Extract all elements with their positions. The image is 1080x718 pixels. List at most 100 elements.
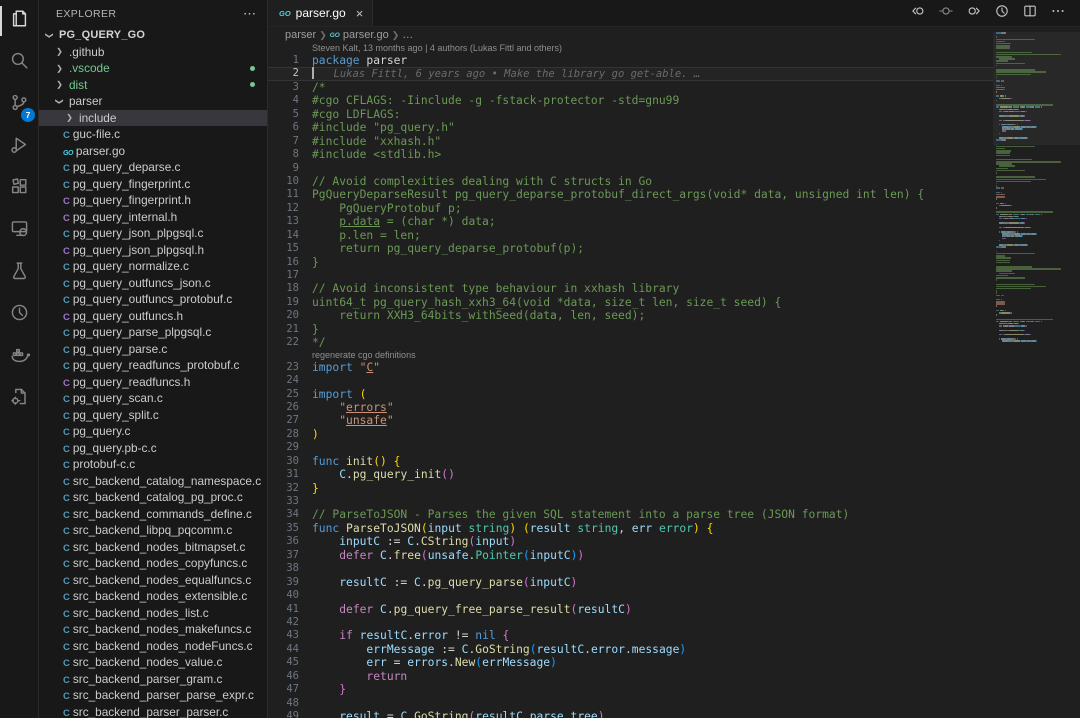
code-line-11[interactable]: 11PgQueryDeparseResult pg_query_deparse_… bbox=[268, 188, 1080, 201]
code-line-43[interactable]: 43 if resultC.error != nil { bbox=[268, 629, 1080, 642]
file-item-protobuf-c-c[interactable]: Cprotobuf-c.c bbox=[39, 456, 267, 473]
code-line-24[interactable]: 24 bbox=[268, 374, 1080, 387]
gitlens-heatmap-button[interactable] bbox=[934, 1, 958, 25]
file-item-pg-query-split-c[interactable]: Cpg_query_split.c bbox=[39, 407, 267, 424]
file-item-src-backend-nodes-nodefuncs-c[interactable]: Csrc_backend_nodes_nodeFuncs.c bbox=[39, 638, 267, 655]
breadcrumb-item[interactable]: … bbox=[402, 29, 413, 41]
file-item-parser-go[interactable]: GOparser.go bbox=[39, 143, 267, 160]
activity-source-control[interactable]: 7 bbox=[0, 84, 38, 126]
file-item-src-backend-catalog-pg-proc-c[interactable]: Csrc_backend_catalog_pg_proc.c bbox=[39, 489, 267, 506]
file-item-pg-query-readfuncs-h[interactable]: Cpg_query_readfuncs.h bbox=[39, 374, 267, 391]
code-line-17[interactable]: 17 bbox=[268, 269, 1080, 282]
minimap[interactable] bbox=[993, 32, 1080, 718]
file-item-pg-query-pb-c-c[interactable]: Cpg_query.pb-c.c bbox=[39, 440, 267, 457]
code-line-9[interactable]: 9 bbox=[268, 162, 1080, 175]
file-item-pg-query-readfuncs-protobuf-c[interactable]: Cpg_query_readfuncs_protobuf.c bbox=[39, 357, 267, 374]
code-line-44[interactable]: 44 errMessage := C.GoString(resultC.erro… bbox=[268, 643, 1080, 656]
activity-explorer[interactable] bbox=[0, 0, 38, 42]
code-line-36[interactable]: 36 inputC := C.CString(input) bbox=[268, 535, 1080, 548]
breadcrumb-item[interactable]: parser bbox=[285, 29, 316, 41]
code-line-28[interactable]: 28) bbox=[268, 428, 1080, 441]
code-line-22[interactable]: 22*/ bbox=[268, 336, 1080, 349]
file-item-src-backend-nodes-value-c[interactable]: Csrc_backend_nodes_value.c bbox=[39, 654, 267, 671]
code-line-38[interactable]: 38 bbox=[268, 562, 1080, 575]
file-item-src-backend-commands-define-c[interactable]: Csrc_backend_commands_define.c bbox=[39, 506, 267, 523]
code-line-33[interactable]: 33 bbox=[268, 495, 1080, 508]
file-item-src-backend-catalog-namespace-c[interactable]: Csrc_backend_catalog_namespace.c bbox=[39, 473, 267, 490]
code-line-29[interactable]: 29 bbox=[268, 441, 1080, 454]
file-item-pg-query-outfuncs-protobuf-c[interactable]: Cpg_query_outfuncs_protobuf.c bbox=[39, 291, 267, 308]
activity-docker[interactable] bbox=[0, 336, 38, 378]
activity-testing[interactable] bbox=[0, 252, 38, 294]
code-line-48[interactable]: 48 bbox=[268, 697, 1080, 710]
code-line-32[interactable]: 32} bbox=[268, 482, 1080, 495]
code-line-5[interactable]: 5#cgo LDFLAGS: bbox=[268, 108, 1080, 121]
folder-item-parser[interactable]: ❯parser bbox=[39, 93, 267, 110]
code-line-12[interactable]: 12 PgQueryProtobuf p; bbox=[268, 202, 1080, 215]
code-line-21[interactable]: 21} bbox=[268, 323, 1080, 336]
folder-item-dist[interactable]: ❯dist bbox=[39, 77, 267, 94]
folder-item--github[interactable]: ❯.github bbox=[39, 44, 267, 61]
code-line-1[interactable]: 1package parser bbox=[268, 54, 1080, 67]
code-line-45[interactable]: 45 err = errors.New(errMessage) bbox=[268, 656, 1080, 669]
file-item-src-backend-nodes-equalfuncs-c[interactable]: Csrc_backend_nodes_equalfuncs.c bbox=[39, 572, 267, 589]
file-item-pg-query-c[interactable]: Cpg_query.c bbox=[39, 423, 267, 440]
folder-item--vscode[interactable]: ❯.vscode bbox=[39, 60, 267, 77]
code-line-34[interactable]: 34// ParseToJSON - Parses the given SQL … bbox=[268, 508, 1080, 521]
code-line-7[interactable]: 7#include "xxhash.h" bbox=[268, 135, 1080, 148]
file-item-src-backend-nodes-list-c[interactable]: Csrc_backend_nodes_list.c bbox=[39, 605, 267, 622]
file-item-src-backend-parser-gram-c[interactable]: Csrc_backend_parser_gram.c bbox=[39, 671, 267, 688]
activity-gitlens[interactable] bbox=[0, 294, 38, 336]
split-editor-button[interactable] bbox=[1018, 1, 1042, 25]
code-line-4[interactable]: 4#cgo CFLAGS: -Iinclude -g -fstack-prote… bbox=[268, 94, 1080, 107]
code-line-18[interactable]: 18// Avoid inconsistent type behaviour i… bbox=[268, 282, 1080, 295]
activity-run-and-debug[interactable] bbox=[0, 126, 38, 168]
code-line-6[interactable]: 6#include "pg_query.h" bbox=[268, 121, 1080, 134]
code-line-3[interactable]: 3/* bbox=[268, 81, 1080, 94]
gitlens-changes-button[interactable] bbox=[962, 1, 986, 25]
code-line-8[interactable]: 8#include <stdlib.h> bbox=[268, 148, 1080, 161]
file-item-src-backend-nodes-copyfuncs-c[interactable]: Csrc_backend_nodes_copyfuncs.c bbox=[39, 555, 267, 572]
code-line-14[interactable]: 14 p.len = len; bbox=[268, 229, 1080, 242]
file-item-pg-query-outfuncs-h[interactable]: Cpg_query_outfuncs.h bbox=[39, 308, 267, 325]
file-item-src-backend-parser-parse-expr-c[interactable]: Csrc_backend_parser_parse_expr.c bbox=[39, 687, 267, 704]
code-line-27[interactable]: 27 "unsafe" bbox=[268, 414, 1080, 427]
close-tab-icon[interactable]: × bbox=[356, 7, 364, 20]
code-line-47[interactable]: 47 } bbox=[268, 683, 1080, 696]
code-editor[interactable]: Steven Kalt, 13 months ago | 4 authors (… bbox=[268, 43, 1080, 718]
code-line-49[interactable]: 49 result = C.GoString(resultC.parse_tre… bbox=[268, 710, 1080, 718]
gitlens-graph-button[interactable] bbox=[990, 1, 1014, 25]
file-item-src-backend-nodes-bitmapset-c[interactable]: Csrc_backend_nodes_bitmapset.c bbox=[39, 539, 267, 556]
code-line-37[interactable]: 37 defer C.free(unsafe.Pointer(inputC)) bbox=[268, 549, 1080, 562]
breadcrumb-item[interactable]: GOparser.go bbox=[330, 29, 389, 41]
folder-item-include[interactable]: ❯include bbox=[39, 110, 267, 127]
code-line-26[interactable]: 26 "errors" bbox=[268, 401, 1080, 414]
code-line-13[interactable]: 13 p.data = (char *) data; bbox=[268, 215, 1080, 228]
codelens[interactable]: regenerate cgo definitions bbox=[268, 350, 1080, 361]
code-line-25[interactable]: 25import ( bbox=[268, 388, 1080, 401]
activity-remote-explorer[interactable] bbox=[0, 210, 38, 252]
file-item-pg-query-internal-h[interactable]: Cpg_query_internal.h bbox=[39, 209, 267, 226]
file-item-pg-query-fingerprint-c[interactable]: Cpg_query_fingerprint.c bbox=[39, 176, 267, 193]
code-line-40[interactable]: 40 bbox=[268, 589, 1080, 602]
folder-item-pg-query-go[interactable]: ❯PG_QUERY_GO bbox=[39, 27, 267, 44]
code-line-16[interactable]: 16} bbox=[268, 256, 1080, 269]
file-item-src-backend-parser-parser-c[interactable]: Csrc_backend_parser_parser.c bbox=[39, 704, 267, 718]
code-line-41[interactable]: 41 defer C.pg_query_free_parse_result(re… bbox=[268, 603, 1080, 616]
file-item-pg-query-json-plpgsql-c[interactable]: Cpg_query_json_plpgsql.c bbox=[39, 225, 267, 242]
gitlens-file-annotations-button[interactable] bbox=[906, 1, 930, 25]
code-line-19[interactable]: 19uint64_t pg_query_hash_xxh3_64(void *d… bbox=[268, 296, 1080, 309]
code-line-42[interactable]: 42 bbox=[268, 616, 1080, 629]
code-line-15[interactable]: 15 return pg_query_deparse_protobuf(p); bbox=[268, 242, 1080, 255]
file-item-pg-query-deparse-c[interactable]: Cpg_query_deparse.c bbox=[39, 159, 267, 176]
activity-search[interactable] bbox=[0, 42, 38, 84]
activity-extensions[interactable] bbox=[0, 168, 38, 210]
code-line-39[interactable]: 39 resultC := C.pg_query_parse(inputC) bbox=[268, 576, 1080, 589]
file-item-pg-query-json-plpgsql-h[interactable]: Cpg_query_json_plpgsql.h bbox=[39, 242, 267, 259]
tab-parser-go[interactable]: GO parser.go × bbox=[268, 0, 373, 26]
file-item-pg-query-parse-plpgsql-c[interactable]: Cpg_query_parse_plpgsql.c bbox=[39, 324, 267, 341]
code-line-2[interactable]: 2Lukas Fittl, 6 years ago • Make the lib… bbox=[268, 67, 1080, 80]
file-item-pg-query-outfuncs-json-c[interactable]: Cpg_query_outfuncs_json.c bbox=[39, 275, 267, 292]
more-actions-button[interactable] bbox=[1046, 1, 1070, 25]
code-line-23[interactable]: 23import "C" bbox=[268, 361, 1080, 374]
